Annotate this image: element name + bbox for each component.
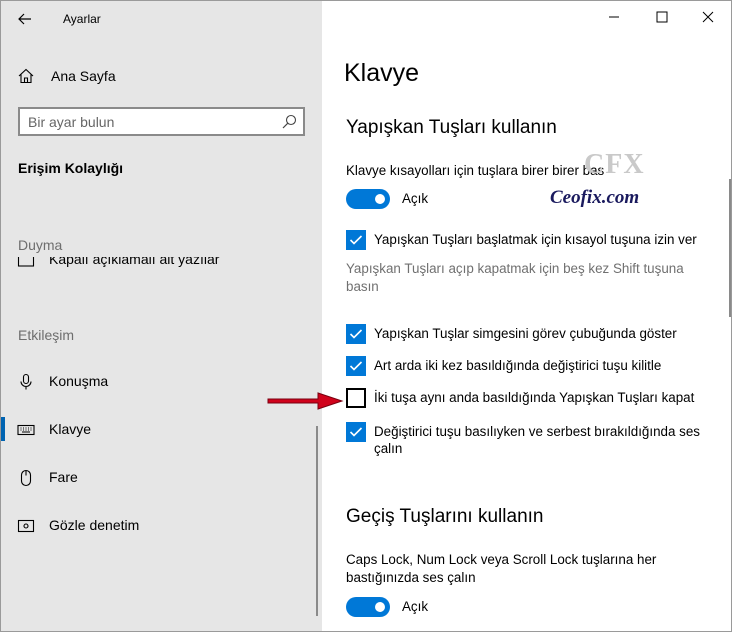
active-indicator [1,417,5,441]
section-label-hearing: Duyma [18,237,63,253]
sidebar-item-label: Gözle denetim [49,517,140,533]
maximize-icon [656,11,668,23]
window-title: Ayarlar [63,12,101,26]
option-row-lock-modifier[interactable]: Art arda iki kez basıldığında değiştiric… [346,356,726,378]
sticky-keys-shortcut-checkbox-row[interactable]: Yapışkan Tuşları başlatmak için kısayol … [346,230,726,252]
back-button[interactable] [11,7,39,31]
checkmark-icon [349,361,363,371]
toggle-keys-description: Caps Lock, Num Lock veya Scroll Lock tuş… [346,552,657,585]
search-box[interactable] [18,107,305,136]
search-icon[interactable] [281,114,297,130]
checkbox[interactable] [346,422,366,442]
checkbox[interactable] [346,388,366,408]
option-row-play-sound[interactable]: Değiştirici tuşu basılıyken ve serbest b… [346,422,726,460]
close-button[interactable] [685,1,731,33]
sidebar: Ayarlar Ana Sayfa Erişim Kolaylığı Duyma… [1,1,322,631]
close-icon [702,11,714,23]
sidebar-item-eye-control[interactable]: Gözle denetim [1,508,317,542]
home-label: Ana Sayfa [51,68,116,84]
checkbox-label: Yapışkan Tuşlar simgesini görev çubuğund… [374,326,677,341]
category-title: Erişim Kolaylığı [18,160,124,176]
checkbox-label: Art arda iki kez basıldığında değiştiric… [374,358,662,373]
sidebar-scrollbar[interactable] [316,426,318,616]
checkbox-label: İki tuşa aynı anda basıldığında Yapışkan… [374,390,695,405]
section-label-interaction: Etkileşim [18,327,75,343]
sticky-keys-toggle-label: Açık [402,191,429,206]
checkmark-icon [349,329,363,339]
sidebar-item-home[interactable]: Ana Sayfa [1,61,322,91]
checkmark-icon [349,235,363,245]
sticky-keys-shortcut-help: Yapışkan Tuşları açıp kapatmak için beş … [346,261,684,294]
option-row-taskbar-icon[interactable]: Yapışkan Tuşlar simgesini görev çubuğund… [346,324,726,346]
checkbox-label: Değiştirici tuşu basılıyken ve serbest b… [374,424,700,456]
closed-captions-icon [17,257,35,267]
watermark-logo-text: CFX [584,149,645,180]
main-content: Klavye Yapışkan Tuşları kullanın Klavye … [322,1,731,631]
sidebar-item-mouse[interactable]: Fare [1,460,317,494]
keyboard-icon [17,424,35,436]
checkbox[interactable] [346,324,366,344]
sidebar-item-label: Klavye [49,421,92,437]
sidebar-item-label: Konuşma [49,373,109,389]
settings-window: Ayarlar Ana Sayfa Erişim Kolaylığı Duyma… [0,0,732,632]
sidebar-item-label: Fare [49,469,78,485]
microphone-icon [20,373,32,390]
maximize-button[interactable] [639,1,685,33]
main-scrollbar[interactable] [729,179,731,317]
toggle-keys-toggle-label: Açık [402,599,429,614]
checkbox-label: Yapışkan Tuşları başlatmak için kısayol … [374,232,697,247]
back-arrow-icon [18,13,31,25]
option-row-two-keys-off[interactable]: İki tuşa aynı anda basıldığında Yapışkan… [346,388,726,410]
watermark-site-text: Ceofix.com [550,187,640,208]
sidebar-item-closed-captions[interactable]: Kapalı açıklamalı alt yazılar [1,257,317,271]
checkbox[interactable] [346,230,366,250]
search-input[interactable] [28,112,278,131]
sticky-keys-toggle[interactable] [346,189,390,209]
watermark: CFX Ceofix.com [550,149,670,209]
page-title: Klavye [344,59,420,87]
minimize-icon [609,16,619,18]
checkmark-icon [349,427,363,437]
annotation-arrow-icon [267,392,344,410]
toggle-keys-toggle[interactable] [346,597,390,617]
home-icon [18,68,34,84]
toggle-knob [375,194,385,204]
minimize-button[interactable] [591,1,637,33]
sticky-keys-heading: Yapışkan Tuşları kullanın [346,117,557,138]
sidebar-item-label: Kapalı açıklamalı alt yazılar [49,257,220,267]
eye-control-icon [17,519,35,533]
checkbox[interactable] [346,356,366,376]
toggle-keys-heading: Geçiş Tuşlarını kullanın [346,506,544,527]
mouse-icon [20,469,32,487]
toggle-knob [375,602,385,612]
sidebar-item-keyboard[interactable]: Klavye [1,412,317,446]
